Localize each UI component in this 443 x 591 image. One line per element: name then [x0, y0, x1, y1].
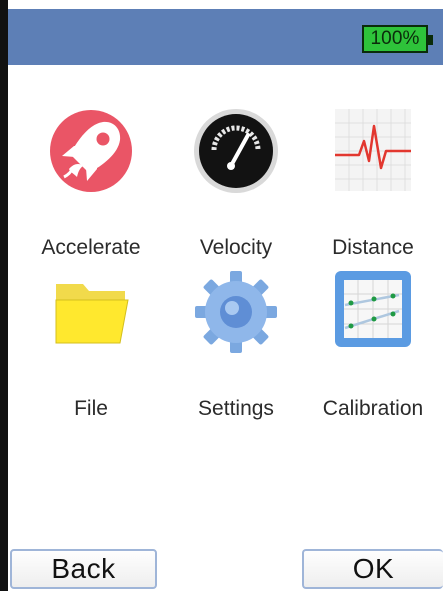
battery-indicator: 100%	[362, 25, 433, 53]
waveform-icon	[327, 105, 419, 197]
device-left-border	[0, 0, 8, 591]
app-calibration[interactable]: Calibration	[303, 266, 443, 420]
gear-icon	[190, 266, 282, 358]
battery-percentage: 100%	[370, 28, 420, 49]
rocket-icon	[45, 105, 137, 197]
app-distance[interactable]: Distance	[303, 105, 443, 259]
app-grid: Accelerate Velocity Distance File Settin…	[8, 65, 443, 549]
app-label-velocity: Velocity	[199, 236, 273, 259]
speedometer-icon	[190, 105, 282, 197]
app-file[interactable]: File	[21, 266, 161, 420]
app-label-calibration: Calibration	[322, 397, 424, 420]
app-velocity[interactable]: Velocity	[166, 105, 306, 259]
app-settings[interactable]: Settings	[166, 266, 306, 420]
app-label-file: File	[74, 397, 108, 420]
app-accelerate[interactable]: Accelerate	[21, 105, 161, 259]
ok-button[interactable]: OK	[302, 549, 443, 589]
app-label-accelerate: Accelerate	[41, 236, 141, 259]
back-button[interactable]: Back	[10, 549, 157, 589]
app-label-settings: Settings	[198, 397, 274, 420]
battery-tip	[428, 35, 433, 45]
status-bar: 100%	[8, 9, 443, 65]
app-label-distance: Distance	[332, 236, 414, 259]
bottom-action-bar: Back OK	[8, 549, 443, 591]
top-strip	[8, 0, 443, 9]
calibration-chart-icon	[327, 266, 419, 358]
folder-icon	[45, 266, 137, 358]
